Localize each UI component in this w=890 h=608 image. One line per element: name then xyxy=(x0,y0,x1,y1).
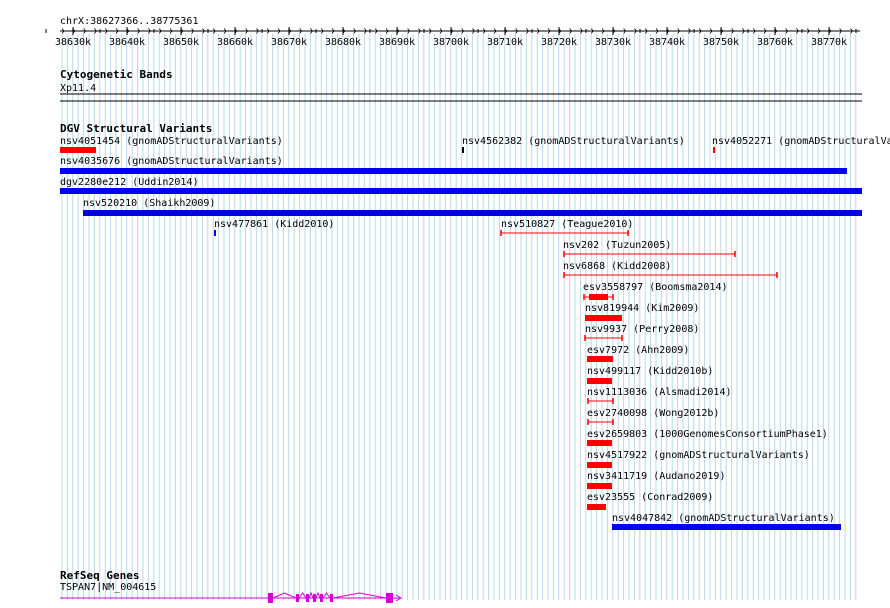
variant-feature[interactable]: nsv4047842 (gnomADStructuralVariants) xyxy=(612,513,841,530)
variant-feature[interactable]: nsv477861 (Kidd2010) xyxy=(214,219,334,236)
variant-label[interactable]: nsv6868 (Kidd2008) xyxy=(563,261,671,272)
dgv-variants: nsv4051454 (gnomADStructuralVariants) nsv… xyxy=(60,136,890,530)
variant-mark[interactable] xyxy=(214,230,216,236)
variant-feature[interactable]: esv3558797 (Boomsma2014) xyxy=(583,282,728,300)
variant-label[interactable]: nsv9937 (Perry2008) xyxy=(585,324,699,335)
variant-label[interactable]: nsv477861 (Kidd2010) xyxy=(214,219,334,230)
variant-bar[interactable] xyxy=(60,168,847,174)
gene-exon[interactable] xyxy=(306,594,309,602)
gene-exon[interactable] xyxy=(330,594,333,602)
variant-mark[interactable] xyxy=(462,147,464,153)
variant-label[interactable]: esv2740098 (Wong2012b) xyxy=(587,408,719,419)
variant-label[interactable]: esv3558797 (Boomsma2014) xyxy=(583,282,728,293)
variant-feature[interactable]: dgv2280e212 (Uddin2014) xyxy=(60,177,862,194)
variant-label[interactable]: nsv4047842 (gnomADStructuralVariants) xyxy=(612,513,835,524)
variant-label[interactable]: nsv3411719 (Audano2019) xyxy=(587,471,725,482)
variant-label[interactable]: nsv4562382 (gnomADStructuralVariants) xyxy=(462,136,685,147)
gene-exon[interactable] xyxy=(386,593,393,603)
variant-feature[interactable]: nsv4052271 (gnomADStructuralVariants) xyxy=(712,136,890,153)
gene-exon[interactable] xyxy=(313,594,316,602)
ruler-tick-label: 38700k xyxy=(433,37,469,48)
ruler-tick-label: 38660k xyxy=(217,37,253,48)
variant-feature[interactable]: nsv510827 (Teague2010) xyxy=(500,219,633,236)
variant-feature[interactable]: nsv4051454 (gnomADStructuralVariants) xyxy=(60,136,283,153)
variant-label[interactable]: nsv4052271 (gnomADStructuralVariants) xyxy=(712,136,890,147)
ruler-tick-label: 38720k xyxy=(541,37,577,48)
gene-exon[interactable] xyxy=(320,594,323,602)
variant-label[interactable]: nsv4035676 (gnomADStructuralVariants) xyxy=(60,156,283,167)
variant-label[interactable]: nsv510827 (Teague2010) xyxy=(501,219,633,230)
ruler-ticks: 38630k 38640k 38650k 38660k 38670k 38680k 3869… xyxy=(45,27,857,48)
ruler-tick-label: 38680k xyxy=(325,37,361,48)
variant-bar[interactable] xyxy=(585,315,622,321)
dgv-track-title[interactable]: DGV Structural Variants xyxy=(60,122,212,135)
ruler-tick-label: 38730k xyxy=(595,37,631,48)
variant-label[interactable]: nsv1113036 (Alsmadi2014) xyxy=(587,387,732,398)
ruler-tick-label: 38650k xyxy=(163,37,199,48)
ruler-tick-label: 38630k xyxy=(55,37,91,48)
ruler-tick-label: 38690k xyxy=(379,37,415,48)
ruler-tick-label: 38770k xyxy=(811,37,847,48)
tspan7-gene-model[interactable] xyxy=(60,591,402,603)
variant-feature[interactable]: nsv9937 (Perry2008) xyxy=(584,324,699,341)
variant-bar[interactable] xyxy=(83,210,862,216)
variant-feature[interactable]: nsv202 (Tuzun2005) xyxy=(563,240,736,257)
variant-label[interactable]: nsv520210 (Shaikh2009) xyxy=(83,198,215,209)
variant-feature[interactable]: nsv819944 (Kim2009) xyxy=(585,303,699,321)
ruler-tick-label: 38740k xyxy=(649,37,685,48)
variant-label[interactable]: nsv499117 (Kidd2010b) xyxy=(587,366,713,377)
cytoband-track-title[interactable]: Cytogenetic Bands xyxy=(60,68,173,81)
variant-bar[interactable] xyxy=(587,356,613,362)
variant-label[interactable]: esv23555 (Conrad2009) xyxy=(587,492,713,503)
gene-intron xyxy=(272,592,297,599)
variant-feature[interactable]: nsv4517922 (gnomADStructuralVariants) xyxy=(587,450,810,468)
variant-label[interactable]: nsv4051454 (gnomADStructuralVariants) xyxy=(60,136,283,147)
gene-exon[interactable] xyxy=(268,593,273,603)
gene-intron xyxy=(308,591,314,599)
gene-exon[interactable] xyxy=(296,594,299,602)
variant-feature[interactable]: nsv6868 (Kidd2008) xyxy=(563,261,778,278)
variant-mark[interactable] xyxy=(713,147,715,153)
genome-browser-view: chrX:38627366..38775361 38630k 38640k 3865… xyxy=(45,16,890,603)
variant-bar[interactable] xyxy=(60,147,96,153)
ruler-tick-label: 38710k xyxy=(487,37,523,48)
gene-intron xyxy=(315,591,321,599)
variant-bar[interactable] xyxy=(587,462,612,468)
location-label: chrX:38627366..38775361 xyxy=(60,16,198,27)
variant-bar[interactable] xyxy=(60,188,862,194)
variant-label[interactable]: esv2659803 (1000GenomesConsortiumPhase1) xyxy=(587,429,828,440)
variant-label[interactable]: nsv4517922 (gnomADStructuralVariants) xyxy=(587,450,810,461)
variant-feature[interactable]: nsv4035676 (gnomADStructuralVariants) xyxy=(60,156,847,174)
variant-label[interactable]: dgv2280e212 (Uddin2014) xyxy=(60,177,198,188)
cytoband-label[interactable]: Xp11.4 xyxy=(60,83,96,94)
ruler-tick-label: 38750k xyxy=(703,37,739,48)
ruler-tick-label: 38640k xyxy=(109,37,145,48)
variant-bar[interactable] xyxy=(587,504,606,510)
ruler-tick-label: 38760k xyxy=(757,37,793,48)
variant-bar[interactable] xyxy=(587,483,612,489)
variant-label[interactable]: nsv202 (Tuzun2005) xyxy=(563,240,671,251)
variant-bar[interactable] xyxy=(587,378,612,384)
refseq-gene-label[interactable]: TSPAN7|NM_004615 xyxy=(60,582,156,593)
variant-feature[interactable]: nsv4562382 (gnomADStructuralVariants) xyxy=(462,136,685,153)
variant-label[interactable]: esv7972 (Ahn2009) xyxy=(587,345,689,356)
variant-label[interactable]: nsv819944 (Kim2009) xyxy=(585,303,699,314)
variant-bar[interactable] xyxy=(612,524,841,530)
ruler-tick-label: 38670k xyxy=(271,37,307,48)
variant-bar[interactable] xyxy=(587,440,612,446)
variant-feature[interactable]: esv7972 (Ahn2009) xyxy=(587,345,689,362)
refseq-track-title[interactable]: RefSeq Genes xyxy=(60,569,139,582)
variant-core-bar xyxy=(589,294,608,300)
